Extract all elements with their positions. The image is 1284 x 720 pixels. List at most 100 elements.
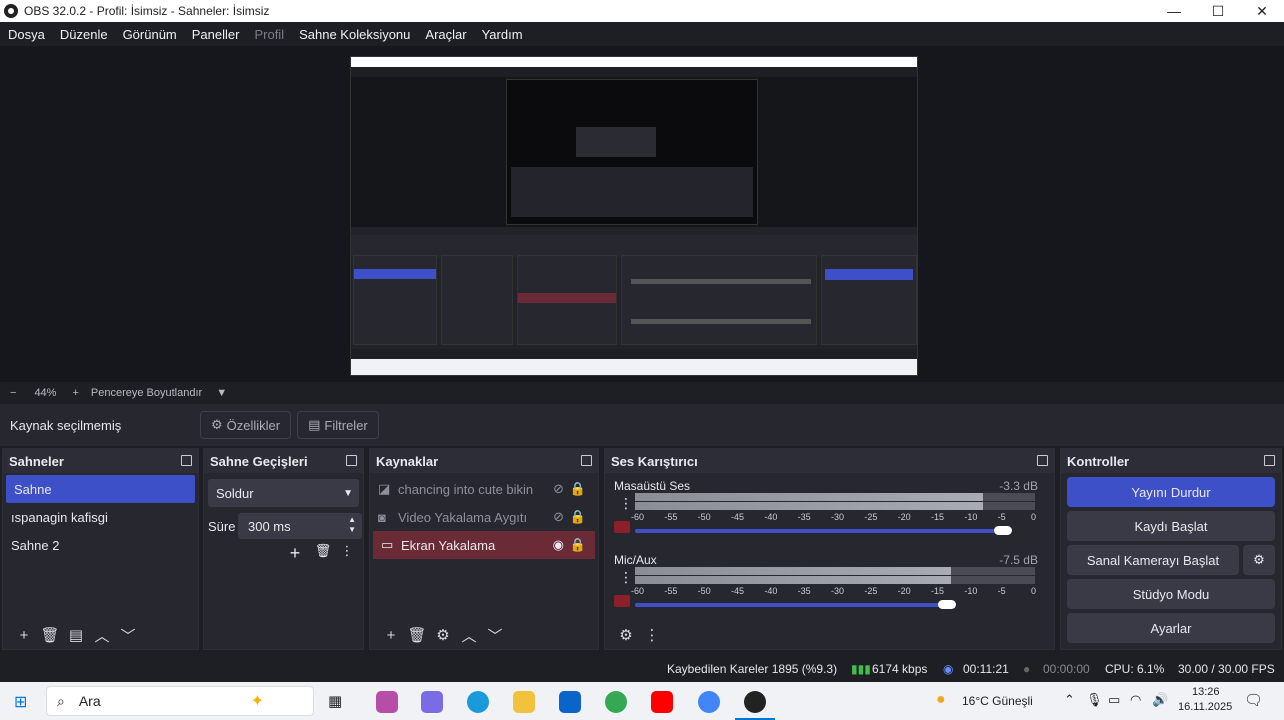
trash-icon[interactable]: 🗑 [309, 543, 337, 564]
meter-scale-label: -35 [797, 512, 811, 522]
menu-tools[interactable]: Araçlar [425, 27, 466, 42]
chevron-up-icon[interactable]: ︿ [456, 625, 482, 646]
volume-meter [635, 493, 1035, 501]
more-options-icon[interactable]: ⋮ [619, 569, 633, 586]
studio-mode-button[interactable]: Stüdyo Modu [1067, 579, 1275, 609]
tray-chevron-up-icon[interactable]: ⌃ [1064, 692, 1075, 708]
clock-date[interactable]: 16.11.2025 [1178, 701, 1232, 713]
file-explorer-icon[interactable] [513, 691, 535, 713]
app-icon[interactable] [376, 691, 398, 713]
mute-speaker-icon[interactable] [614, 521, 630, 533]
menu-view[interactable]: Görünüm [123, 27, 177, 42]
source-item[interactable]: ◙ Video Yakalama Aygıtı ⊘ 🔒 [370, 503, 598, 531]
undock-icon[interactable] [1037, 455, 1048, 466]
undock-icon[interactable] [181, 455, 192, 466]
lock-icon[interactable]: 🔒 [570, 481, 586, 497]
windows-start-icon[interactable]: ⊞ [14, 692, 27, 712]
mixer-settings-icon[interactable]: ⚙ [613, 626, 639, 644]
undock-icon[interactable] [346, 455, 357, 466]
stepper-arrows-icon[interactable]: ▲ ▼ [348, 515, 356, 535]
trash-icon[interactable]: 🗑 [404, 626, 430, 644]
wifi-icon[interactable]: ◠ [1130, 692, 1141, 708]
obs-logo-icon [4, 4, 18, 18]
outlook-icon[interactable] [559, 691, 581, 713]
more-options-icon[interactable]: ⋮ [337, 543, 357, 564]
chevron-down-icon[interactable]: ﹀ [482, 625, 508, 646]
add-icon[interactable]: + [378, 627, 404, 644]
no-source-selected-label: Kaynak seçilmemiş [10, 417, 122, 433]
copilot-icon[interactable] [421, 691, 443, 713]
undock-icon[interactable] [581, 455, 592, 466]
menu-file[interactable]: Dosya [8, 27, 45, 42]
menu-help[interactable]: Yardım [482, 27, 523, 42]
eye-icon[interactable]: ◉ [553, 537, 564, 553]
duration-stepper[interactable]: 300 ms ▲ ▼ [238, 513, 362, 539]
menu-edit[interactable]: Düzenle [60, 27, 108, 42]
meter-scale-label: -30 [831, 512, 845, 522]
microphone-icon[interactable]: 🎙 [1086, 692, 1103, 708]
virtual-camera-settings-icon[interactable]: ⚙ [1243, 545, 1275, 575]
zoom-out-button[interactable]: − [10, 387, 16, 399]
display-icon[interactable]: ▭ [1108, 692, 1120, 708]
volume-slider[interactable] [635, 529, 1003, 533]
notifications-icon[interactable]: 🗨 [1244, 691, 1263, 709]
chrome-icon[interactable] [605, 691, 627, 713]
edge-icon[interactable] [467, 691, 489, 713]
record-time: 00:00:00 [1043, 662, 1090, 676]
properties-button[interactable]: ⚙ Özellikler [200, 411, 292, 439]
volume-icon[interactable]: 🔊 [1152, 692, 1168, 708]
mute-speaker-icon[interactable] [614, 595, 630, 607]
more-options-icon[interactable]: ⋮ [619, 495, 633, 512]
meter-scale-label: -55 [664, 586, 678, 596]
stop-streaming-button[interactable]: Yayını Durdur [1067, 477, 1275, 507]
scene-item[interactable]: Sahne 2 [3, 531, 198, 559]
obs-icon[interactable] [744, 691, 766, 713]
search-placeholder: Ara [78, 693, 101, 709]
lock-icon[interactable]: 🔒 [570, 537, 586, 553]
meter-scale-label: -10 [964, 512, 978, 522]
volume-slider-handle[interactable] [938, 600, 956, 609]
settings-button[interactable]: Ayarlar [1067, 613, 1275, 643]
menu-docks[interactable]: Paneller [192, 27, 240, 42]
maximize-button[interactable]: ☐ [1196, 0, 1240, 22]
zoom-in-button[interactable]: + [72, 387, 78, 399]
volume-slider[interactable] [635, 603, 947, 607]
add-icon[interactable]: + [281, 543, 309, 564]
undock-icon[interactable] [1264, 455, 1275, 466]
minimize-button[interactable]: — [1152, 0, 1196, 22]
volume-meter [635, 576, 1035, 584]
transition-select[interactable]: Soldur ▼ [208, 479, 359, 507]
start-recording-button[interactable]: Kaydı Başlat [1067, 511, 1275, 541]
eye-hidden-icon[interactable]: ⊘ [553, 509, 564, 525]
gear-icon[interactable]: ⚙ [430, 626, 456, 644]
source-item[interactable]: ▭ Ekran Yakalama ◉ 🔒 [373, 531, 595, 559]
chevron-down-icon[interactable]: ▼ [216, 387, 227, 399]
transition-value: Soldur [216, 485, 254, 501]
filter-icon[interactable]: ▤ [63, 626, 89, 644]
scene-item[interactable]: ıspanagin kafisgi [3, 503, 198, 531]
eye-hidden-icon[interactable]: ⊘ [553, 481, 564, 497]
chevron-down-icon[interactable]: ﹀ [115, 625, 141, 646]
add-icon[interactable]: + [11, 627, 37, 644]
volume-meter [635, 502, 1035, 510]
clock-time[interactable]: 13:26 [1192, 686, 1220, 698]
more-options-icon[interactable]: ⋮ [639, 626, 665, 644]
volume-slider-handle[interactable] [994, 526, 1012, 535]
close-button[interactable]: ✕ [1240, 0, 1284, 22]
title-bar: OBS 32.0.2 - Profil: İsimsiz - Sahneler:… [0, 0, 1284, 22]
menu-scene-collection[interactable]: Sahne Koleksiyonu [299, 27, 410, 42]
chrome-profile-icon[interactable] [698, 691, 720, 713]
lock-icon[interactable]: 🔒 [570, 509, 586, 525]
taskbar-search-box[interactable]: ⌕ Ara ✦ [46, 686, 314, 716]
start-virtual-camera-button[interactable]: Sanal Kamerayı Başlat [1067, 545, 1239, 575]
filters-button[interactable]: ▤ Filtreler [297, 411, 379, 439]
youtube-icon[interactable] [651, 691, 673, 713]
trash-icon[interactable]: 🗑 [37, 626, 63, 644]
meter-level [635, 576, 951, 584]
source-item[interactable]: ◪ chancing into cute bikin ⊘ 🔒 [370, 475, 598, 503]
properties-label: Özellikler [226, 417, 281, 433]
scene-item[interactable]: Sahne [6, 475, 195, 503]
task-view-icon[interactable]: ▦ [328, 692, 342, 710]
menu-profile[interactable]: Profil [254, 27, 284, 42]
chevron-up-icon[interactable]: ︿ [89, 625, 115, 646]
